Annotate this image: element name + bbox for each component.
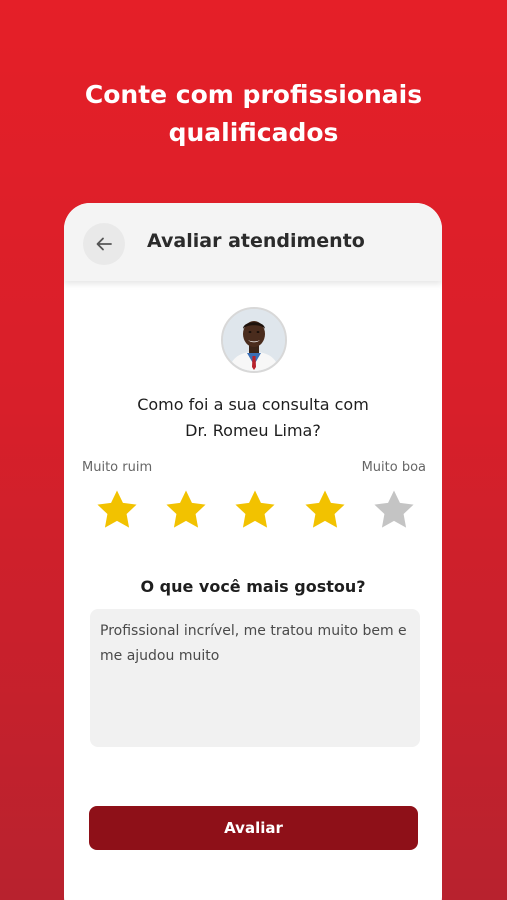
feedback-textarea[interactable]: Profissional incrível, me tratou muito b… bbox=[90, 609, 420, 747]
feedback-title: O que você mais gostou? bbox=[140, 577, 366, 596]
arrow-left-icon bbox=[96, 237, 112, 251]
submit-rating-button[interactable]: Avaliar bbox=[89, 806, 418, 850]
phone-mockup: Avaliar atendimento Como foi a sua consu… bbox=[64, 203, 442, 900]
scale-min-label: Muito ruim bbox=[82, 460, 153, 475]
star-3[interactable] bbox=[232, 487, 278, 533]
star-2[interactable] bbox=[163, 487, 209, 533]
star-1[interactable] bbox=[94, 487, 140, 533]
page-title: Avaliar atendimento bbox=[147, 230, 365, 252]
rating-question-line-2: Dr. Romeu Lima? bbox=[185, 421, 321, 440]
app-bar: Avaliar atendimento bbox=[64, 203, 442, 281]
rating-question-line-1: Como foi a sua consulta com bbox=[137, 395, 369, 414]
headline: Conte com profissionais qualificados bbox=[0, 76, 507, 152]
star-5[interactable] bbox=[371, 487, 417, 533]
rating-question: Como foi a sua consulta com Dr. Romeu Li… bbox=[64, 392, 442, 444]
scale-max-label: Muito boa bbox=[361, 460, 426, 475]
back-button[interactable] bbox=[83, 223, 125, 265]
star-4[interactable] bbox=[302, 487, 348, 533]
star-rating bbox=[64, 487, 442, 537]
doctor-avatar bbox=[221, 307, 287, 373]
headline-line-1: Conte com profissionais bbox=[84, 80, 423, 109]
headline-line-2: qualificados bbox=[168, 118, 339, 147]
